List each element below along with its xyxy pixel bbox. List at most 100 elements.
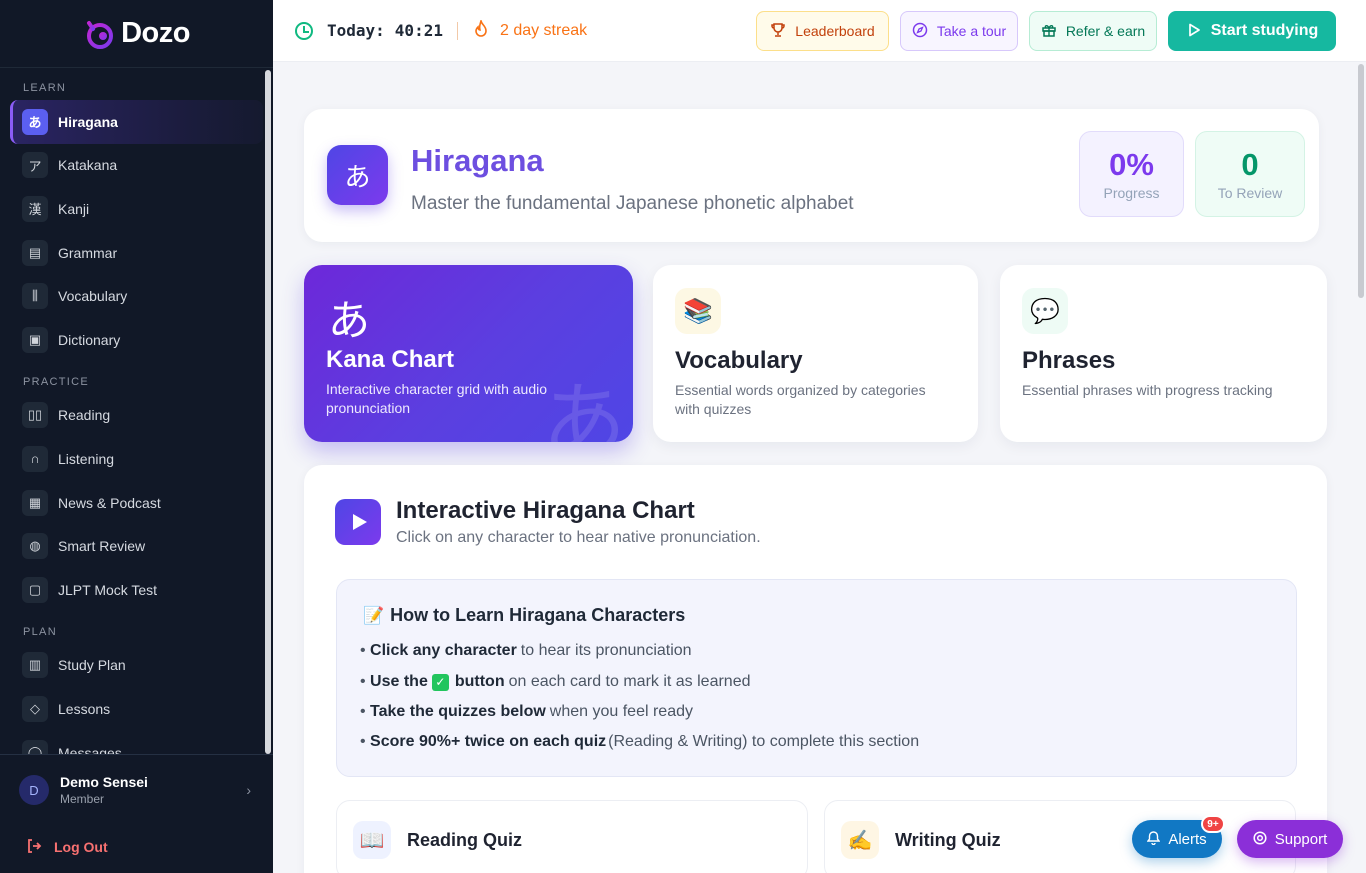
- sidebar-item-label: Smart Review: [58, 538, 146, 555]
- main-content: あ Hiragana Master the fundamental Japane…: [273, 62, 1356, 873]
- take-tour-button[interactable]: Take a tour: [900, 11, 1018, 51]
- top-bar: Today: 40:21 2 day streak Leaderboard Ta…: [273, 0, 1366, 62]
- sidebar-item-label: Kanji: [58, 200, 90, 217]
- kanji-icon: 漢: [22, 195, 48, 222]
- avatar: D: [19, 775, 49, 805]
- sidebar-item-label: JLPT Mock Test: [58, 581, 158, 598]
- review-value: 0: [1241, 147, 1259, 182]
- gift-icon: [1041, 22, 1057, 41]
- divider: [456, 21, 458, 40]
- brain-icon: ◍: [22, 533, 48, 560]
- brand[interactable]: Dozo: [0, 0, 273, 68]
- quiz-label: Reading Quiz: [407, 829, 523, 850]
- instruction-text: when you feel ready: [549, 703, 693, 720]
- compass-icon: [912, 22, 928, 41]
- sidebar-item-smart-review[interactable]: ◍ Smart Review: [10, 524, 263, 568]
- streak-text: 2 day streak: [499, 21, 588, 39]
- document-icon: ▤: [22, 239, 48, 266]
- progress-value: 0%: [1109, 147, 1154, 182]
- clipboard-icon: ▢: [22, 576, 48, 603]
- card-description: Essential phrases with progress tracking: [1022, 382, 1273, 398]
- section-label-practice: PRACTICE: [23, 375, 90, 388]
- bell-icon: [1146, 830, 1161, 848]
- speech-bubble-icon: 💬: [1022, 288, 1068, 334]
- sidebar-item-vocabulary[interactable]: ⫼ Vocabulary: [10, 274, 263, 318]
- refer-earn-button[interactable]: Refer & earn: [1029, 11, 1157, 51]
- instruction-text: to hear its pronunciation: [520, 642, 692, 659]
- clock-icon: [295, 21, 313, 40]
- hiragana-badge-icon: あ: [327, 145, 388, 205]
- sidebar-item-grammar[interactable]: ▤ Grammar: [10, 231, 263, 275]
- page-title: Hiragana: [411, 143, 544, 178]
- main-scrollbar[interactable]: [1356, 62, 1366, 873]
- sidebar-item-lessons[interactable]: ◇ Lessons: [10, 687, 263, 731]
- section-label-learn: LEARN: [23, 82, 67, 94]
- leaderboard-button[interactable]: Leaderboard: [756, 11, 889, 51]
- phrases-card[interactable]: 💬 Phrases Essential phrases with progres…: [1000, 265, 1327, 442]
- sidebar-item-reading[interactable]: ▯▯ Reading: [10, 394, 263, 438]
- library-icon: ⫼: [22, 283, 48, 310]
- sidebar-item-jlpt-mock-test[interactable]: ▢ JLPT Mock Test: [10, 568, 263, 612]
- section-title: Interactive Hiragana Chart: [396, 497, 695, 524]
- brand-name: Dozo: [121, 17, 190, 49]
- sidebar-item-study-plan[interactable]: ▥ Study Plan: [10, 644, 263, 688]
- review-stat: 0 To Review: [1195, 131, 1305, 217]
- user-menu[interactable]: D Demo Sensei Member ›: [0, 755, 273, 825]
- sidebar-item-messages[interactable]: ◯ Messages: [10, 731, 263, 754]
- vocabulary-card[interactable]: 📚 Vocabulary Essential words organized b…: [653, 265, 978, 442]
- alerts-label: Alerts: [1168, 830, 1207, 848]
- sidebar-item-label: Listening: [58, 450, 115, 467]
- instruction-bold: Click any character: [370, 642, 517, 659]
- sidebar-item-label: Katakana: [58, 157, 118, 174]
- sidebar-item-katakana[interactable]: ア Katakana: [10, 144, 263, 188]
- chevron-right-icon: ›: [246, 782, 251, 798]
- reading-quiz-card[interactable]: 📖 Reading Quiz: [336, 800, 808, 873]
- sidebar-item-label: Study Plan: [58, 657, 126, 674]
- books-icon: 📚: [675, 288, 721, 334]
- today-label: Today:: [327, 21, 385, 40]
- sidebar-item-kanji[interactable]: 漢 Kanji: [10, 187, 263, 231]
- start-label: Start studying: [1210, 22, 1319, 39]
- support-button[interactable]: Support: [1237, 820, 1343, 858]
- hiragana-icon: あ: [22, 108, 48, 135]
- sidebar-item-label: Vocabulary: [58, 288, 128, 305]
- sidebar-item-label: Hiragana: [58, 113, 118, 130]
- progress-stat: 0% Progress: [1079, 131, 1184, 217]
- user-role: Member: [60, 792, 105, 806]
- newspaper-icon: ▦: [22, 489, 48, 516]
- kana-chart-card[interactable]: あ あ Kana Chart Interactive character gri…: [304, 265, 633, 442]
- calendar-icon: ▥: [22, 652, 48, 679]
- start-studying-button[interactable]: Start studying: [1168, 11, 1336, 51]
- sidebar-scrollbar-thumb[interactable]: [265, 70, 271, 754]
- how-to-title-text: How to Learn Hiragana Characters: [390, 605, 686, 625]
- trophy-icon: [770, 22, 786, 41]
- katakana-icon: ア: [22, 152, 48, 179]
- checkmark-icon: ✓: [431, 673, 449, 691]
- logout-icon: [26, 838, 42, 857]
- kana-glyph: あ: [328, 297, 371, 344]
- sidebar-item-label: News & Podcast: [58, 494, 161, 511]
- tour-label: Take a tour: [936, 23, 1007, 39]
- card-title: Kana Chart: [326, 346, 455, 373]
- sidebar-item-listening[interactable]: ∩ Listening: [10, 437, 263, 481]
- today-time: 40:21: [394, 21, 443, 40]
- instruction-bold: Score 90%+ twice on each quiz: [370, 733, 607, 750]
- sidebar-item-news-podcast[interactable]: ▦ News & Podcast: [10, 481, 263, 525]
- card-description: Essential words organized by categories …: [675, 382, 926, 417]
- book-open-icon: ▯▯: [22, 402, 48, 429]
- instruction-item: • Use the ✓ button on each card to mark it …: [360, 673, 751, 691]
- sidebar-scrollbar[interactable]: [265, 70, 271, 754]
- sidebar-item-dictionary[interactable]: ▣ Dictionary: [10, 318, 263, 362]
- play-icon: [335, 499, 381, 545]
- logout-button[interactable]: Log Out: [0, 825, 273, 869]
- sidebar-item-hiragana[interactable]: あ Hiragana: [10, 100, 263, 144]
- flame-icon: [474, 18, 488, 41]
- quiz-label: Writing Quiz: [895, 829, 1001, 850]
- writing-hand-icon: ✍️: [841, 821, 879, 859]
- card-title: Vocabulary: [675, 347, 803, 374]
- writing-quiz-card[interactable]: ✍️ Writing Quiz: [824, 800, 1296, 873]
- section-label-plan: PLAN: [23, 625, 57, 638]
- main-scrollbar-thumb[interactable]: [1358, 64, 1364, 298]
- user-name: Demo Sensei: [60, 774, 148, 790]
- how-to-panel: 📝 How to Learn Hiragana Characters • Cli…: [336, 579, 1297, 777]
